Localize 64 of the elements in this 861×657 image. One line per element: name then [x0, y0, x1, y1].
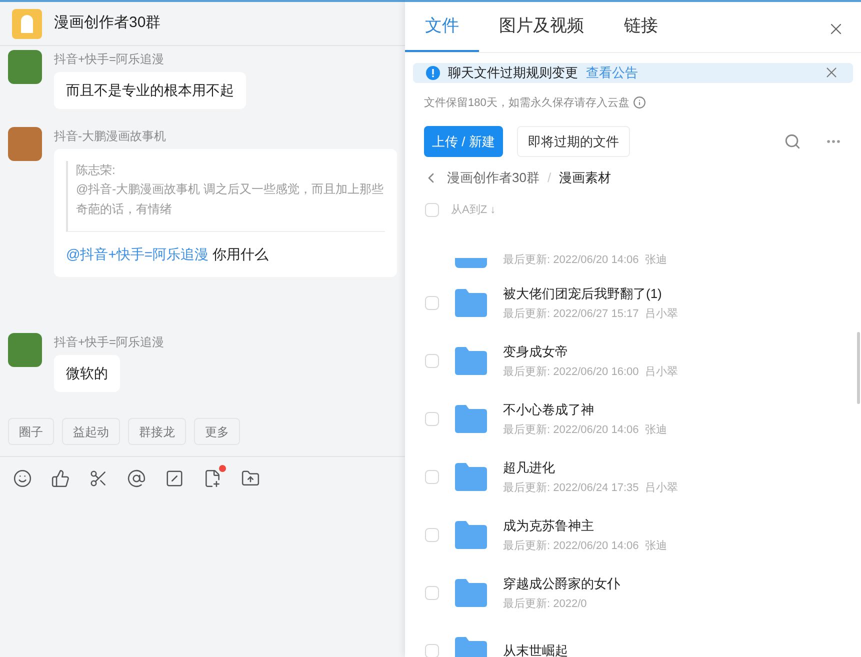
tab[interactable]: 链接 — [604, 2, 678, 52]
folder-icon — [455, 405, 487, 433]
info-icon[interactable] — [633, 96, 646, 110]
tab[interactable]: 文件 — [405, 2, 479, 52]
checkbox[interactable] — [425, 644, 439, 657]
checkbox[interactable] — [425, 586, 439, 600]
folder-icon — [455, 463, 487, 491]
folder-name[interactable]: 穿越成公爵家的女仆 — [503, 574, 620, 594]
scissors-icon[interactable] — [89, 469, 108, 488]
quote-text: @抖音-大鹏漫画故事机 调之后又一些感觉，而且加上那些奇葩的话，有情绪 — [76, 181, 385, 218]
folder-meta: 最后更新: 2022/06/24 17:35 吕小翠 — [503, 480, 678, 496]
folder-meta: 最后更新: 2022/06/20 14:06 张迪 — [503, 538, 667, 554]
folder-upload-icon[interactable] — [241, 469, 260, 488]
sender-name: 抖音-大鹏漫画故事机 — [54, 128, 167, 145]
folder-meta: 最后更新: 2022/0 — [503, 596, 588, 612]
checkbox[interactable] — [425, 354, 439, 368]
sender-name: 抖音+快手=阿乐追漫 — [54, 51, 166, 68]
search-icon[interactable] — [784, 133, 801, 150]
sender-name: 抖音+快手=阿乐追漫 — [54, 334, 164, 351]
folder-name[interactable]: 超凡进化 — [503, 458, 678, 478]
reply-text: @抖音+快手=阿乐追漫 你用什么 — [66, 245, 270, 264]
group-title: 漫画创作者30群 — [54, 13, 161, 34]
quick-action-button[interactable]: 更多 — [194, 418, 240, 445]
folder-icon — [455, 258, 487, 268]
checkbox[interactable] — [425, 528, 439, 542]
folder-name[interactable]: 成为克苏鲁神主 — [503, 516, 667, 536]
folder-meta: 最后更新: 2022/06/20 16:00 吕小翠 — [503, 364, 678, 380]
message-bubble: 而且不是专业的根本用不起 — [54, 72, 246, 109]
notice-text: 聊天文件过期规则变更 — [448, 64, 578, 82]
checkbox[interactable] — [425, 412, 439, 426]
retention-note: 文件保留180天，如需永久保存请存入云盘 — [424, 96, 630, 110]
quote-author: 陈志荣: — [76, 162, 116, 179]
info-icon — [426, 66, 440, 80]
expiring-files-button[interactable]: 即将过期的文件 — [516, 126, 630, 157]
message-bubble: 微软的 — [54, 355, 120, 392]
folder-meta: 最后更新: 2022/06/27 15:17 吕小翠 — [503, 306, 678, 322]
folder-icon — [455, 579, 487, 607]
breadcrumb-separator: / — [547, 169, 552, 187]
folder-name[interactable]: 不小心卷成了神 — [503, 400, 667, 420]
folder-name[interactable]: 变身成女帝 — [503, 342, 678, 362]
folder-icon — [455, 347, 487, 375]
folder-icon — [455, 289, 487, 317]
quick-action-button[interactable]: 群接龙 — [128, 418, 186, 445]
emoji-icon[interactable] — [13, 469, 32, 488]
quick-action-button[interactable]: 圈子 — [8, 418, 54, 445]
folder-name[interactable]: 从末世崛起 — [503, 641, 568, 657]
checkbox[interactable] — [425, 202, 439, 217]
folder-name[interactable]: 被大佬们团宠后我野翻了(1) — [503, 284, 678, 304]
scrollbar-thumb[interactable] — [857, 332, 860, 404]
tab[interactable]: 图片及视频 — [479, 2, 604, 52]
at-sign-icon[interactable] — [127, 469, 146, 488]
checkbox[interactable] — [425, 470, 439, 484]
group-logo-icon — [12, 8, 42, 38]
checkbox[interactable] — [425, 296, 439, 310]
folder-meta: 最后更新: 2022/06/20 14:06 张迪 — [503, 422, 667, 438]
breadcrumb-item[interactable]: 漫画素材 — [559, 168, 612, 188]
thumbs-up-icon[interactable] — [51, 469, 70, 488]
folder-meta: 最后更新: 2022/06/20 14:06 张迪 — [503, 252, 667, 268]
quick-action-button[interactable]: 益起动 — [62, 418, 120, 445]
breadcrumb-item[interactable]: 漫画创作者30群 — [447, 168, 540, 188]
folder-icon — [455, 637, 487, 657]
slash-square-icon[interactable] — [165, 469, 184, 488]
folder-icon — [455, 521, 487, 549]
note-plus-icon[interactable] — [203, 469, 222, 488]
